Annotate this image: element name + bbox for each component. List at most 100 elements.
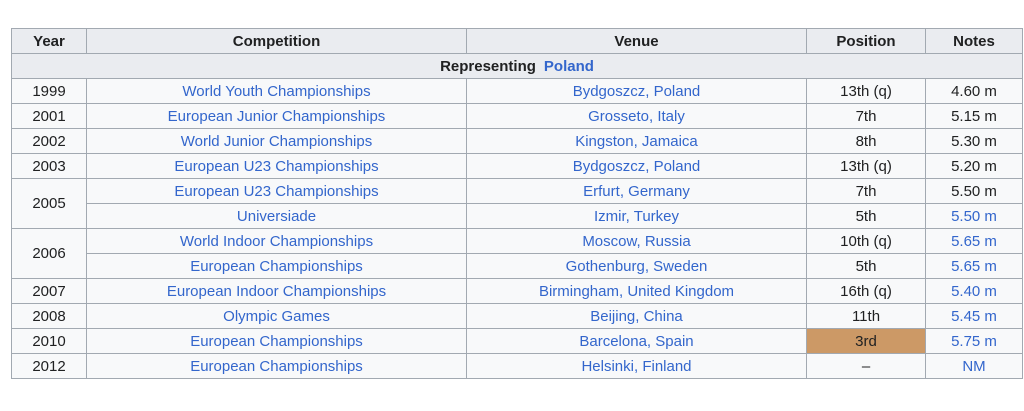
table-row: 2006 World Indoor Championships Moscow, … xyxy=(11,228,1023,279)
notes-link[interactable]: 5.75 m xyxy=(951,333,997,350)
table-row: 2001 European Junior Championships Gross… xyxy=(11,103,1023,129)
competition-cell: European Championships xyxy=(86,328,467,354)
year-cell: 2010 xyxy=(11,328,87,354)
notes-cell: 5.50 m xyxy=(925,203,1023,229)
representing-cell: Representing Poland xyxy=(11,53,1023,79)
year-cell: 2007 xyxy=(11,278,87,304)
year-cell: 2008 xyxy=(11,303,87,329)
header-competition: Competition xyxy=(86,28,467,54)
venue-cell: Beijing, China xyxy=(466,303,807,329)
venue-cell: Birmingham, United Kingdom xyxy=(466,278,807,304)
notes-link[interactable]: 5.40 m xyxy=(951,283,997,300)
venue-cell: Kingston, Jamaica xyxy=(466,128,807,154)
competition-cell: Olympic Games xyxy=(86,303,467,329)
header-venue: Venue xyxy=(466,28,807,54)
venue-cell: Erfurt, Germany xyxy=(466,178,807,204)
representing-label: Representing xyxy=(440,57,536,75)
position-cell: 7th xyxy=(806,178,926,204)
notes-cell: 5.50 m xyxy=(925,178,1023,204)
venue-cell: Moscow, Russia xyxy=(466,228,807,254)
notes-link[interactable]: 5.45 m xyxy=(951,308,997,325)
competition-link[interactable]: European Championships xyxy=(190,358,363,375)
position-cell-bronze: 3rd xyxy=(806,328,926,354)
venue-link[interactable]: Moscow, Russia xyxy=(582,233,690,250)
notes-cell: 5.15 m xyxy=(925,103,1023,129)
competition-link[interactable]: World Junior Championships xyxy=(181,133,372,150)
results-table: Year Competition Venue Position Notes Re… xyxy=(11,28,1023,379)
competition-cell: European U23 Championships xyxy=(86,178,467,204)
competition-cell: Universiade xyxy=(86,203,467,229)
notes-cell: 5.65 m xyxy=(925,228,1023,254)
position-cell: 10th (q) xyxy=(806,228,926,254)
competition-link[interactable]: Universiade xyxy=(237,208,316,225)
competition-cell: European Championships xyxy=(86,353,467,379)
representing-row: Representing Poland xyxy=(11,53,1023,79)
table-row: 1999 World Youth Championships Bydgoszcz… xyxy=(11,78,1023,104)
notes-cell: NM xyxy=(925,353,1023,379)
competition-cell: World Indoor Championships xyxy=(86,228,467,254)
competition-link[interactable]: World Youth Championships xyxy=(182,83,370,100)
venue-cell: Gothenburg, Sweden xyxy=(466,253,807,279)
position-cell: 5th xyxy=(806,253,926,279)
competition-link[interactable]: European U23 Championships xyxy=(174,158,378,175)
venue-cell: Bydgoszcz, Poland xyxy=(466,153,807,179)
venue-link[interactable]: Grosseto, Italy xyxy=(588,108,685,125)
competition-link[interactable]: Olympic Games xyxy=(223,308,330,325)
table-row: 2010 European Championships Barcelona, S… xyxy=(11,328,1023,354)
table-row: European Championships Gothenburg, Swede… xyxy=(12,253,1023,279)
notes-link[interactable]: 5.50 m xyxy=(951,208,997,225)
position-cell: – xyxy=(806,353,926,379)
position-cell: 13th (q) xyxy=(806,153,926,179)
venue-link[interactable]: Birmingham, United Kingdom xyxy=(539,283,734,300)
position-cell: 16th (q) xyxy=(806,278,926,304)
competition-link[interactable]: World Indoor Championships xyxy=(180,233,373,250)
header-position: Position xyxy=(806,28,926,54)
table-row: 2008 Olympic Games Beijing, China 11th 5… xyxy=(11,303,1023,329)
notes-cell: 5.45 m xyxy=(925,303,1023,329)
competition-cell: European Championships xyxy=(86,253,467,279)
year-cell: 2005 xyxy=(11,178,87,229)
table-row: 2003 European U23 Championships Bydgoszc… xyxy=(11,153,1023,179)
venue-link[interactable]: Helsinki, Finland xyxy=(581,358,691,375)
notes-link[interactable]: 5.65 m xyxy=(951,233,997,250)
year-cell: 2001 xyxy=(11,103,87,129)
year-cell: 2012 xyxy=(11,353,87,379)
notes-link[interactable]: 5.65 m xyxy=(951,258,997,275)
competition-cell: World Junior Championships xyxy=(86,128,467,154)
year-cell: 2003 xyxy=(11,153,87,179)
venue-cell: Bydgoszcz, Poland xyxy=(466,78,807,104)
competition-link[interactable]: European Championships xyxy=(190,333,363,350)
table-row: Universiade Izmir, Turkey 5th 5.50 m xyxy=(12,203,1023,229)
venue-link[interactable]: Erfurt, Germany xyxy=(583,183,690,200)
venue-cell: Izmir, Turkey xyxy=(466,203,807,229)
venue-link[interactable]: Beijing, China xyxy=(590,308,683,325)
venue-link[interactable]: Bydgoszcz, Poland xyxy=(573,158,701,175)
notes-cell: 4.60 m xyxy=(925,78,1023,104)
venue-cell: Helsinki, Finland xyxy=(466,353,807,379)
country-link[interactable]: Poland xyxy=(544,58,594,75)
competition-cell: European Junior Championships xyxy=(86,103,467,129)
competition-link[interactable]: European Championships xyxy=(190,258,363,275)
header-row: Year Competition Venue Position Notes xyxy=(11,28,1023,54)
header-year: Year xyxy=(11,28,87,54)
competition-cell: European U23 Championships xyxy=(86,153,467,179)
position-cell: 5th xyxy=(806,203,926,229)
year-cell: 1999 xyxy=(11,78,87,104)
notes-cell: 5.65 m xyxy=(925,253,1023,279)
position-cell: 13th (q) xyxy=(806,78,926,104)
venue-link[interactable]: Bydgoszcz, Poland xyxy=(573,83,701,100)
competition-link[interactable]: European Junior Championships xyxy=(168,108,386,125)
year-cell: 2002 xyxy=(11,128,87,154)
table-row: 2012 European Championships Helsinki, Fi… xyxy=(11,353,1023,379)
venue-cell: Barcelona, Spain xyxy=(466,328,807,354)
year-cell: 2006 xyxy=(11,228,87,279)
competition-link[interactable]: European Indoor Championships xyxy=(167,283,386,300)
venue-link[interactable]: Gothenburg, Sweden xyxy=(566,258,708,275)
competition-link[interactable]: European U23 Championships xyxy=(174,183,378,200)
header-notes: Notes xyxy=(925,28,1023,54)
venue-link[interactable]: Izmir, Turkey xyxy=(594,208,679,225)
notes-link[interactable]: NM xyxy=(962,358,985,375)
venue-link[interactable]: Kingston, Jamaica xyxy=(575,133,698,150)
notes-cell: 5.30 m xyxy=(925,128,1023,154)
venue-link[interactable]: Barcelona, Spain xyxy=(579,333,693,350)
